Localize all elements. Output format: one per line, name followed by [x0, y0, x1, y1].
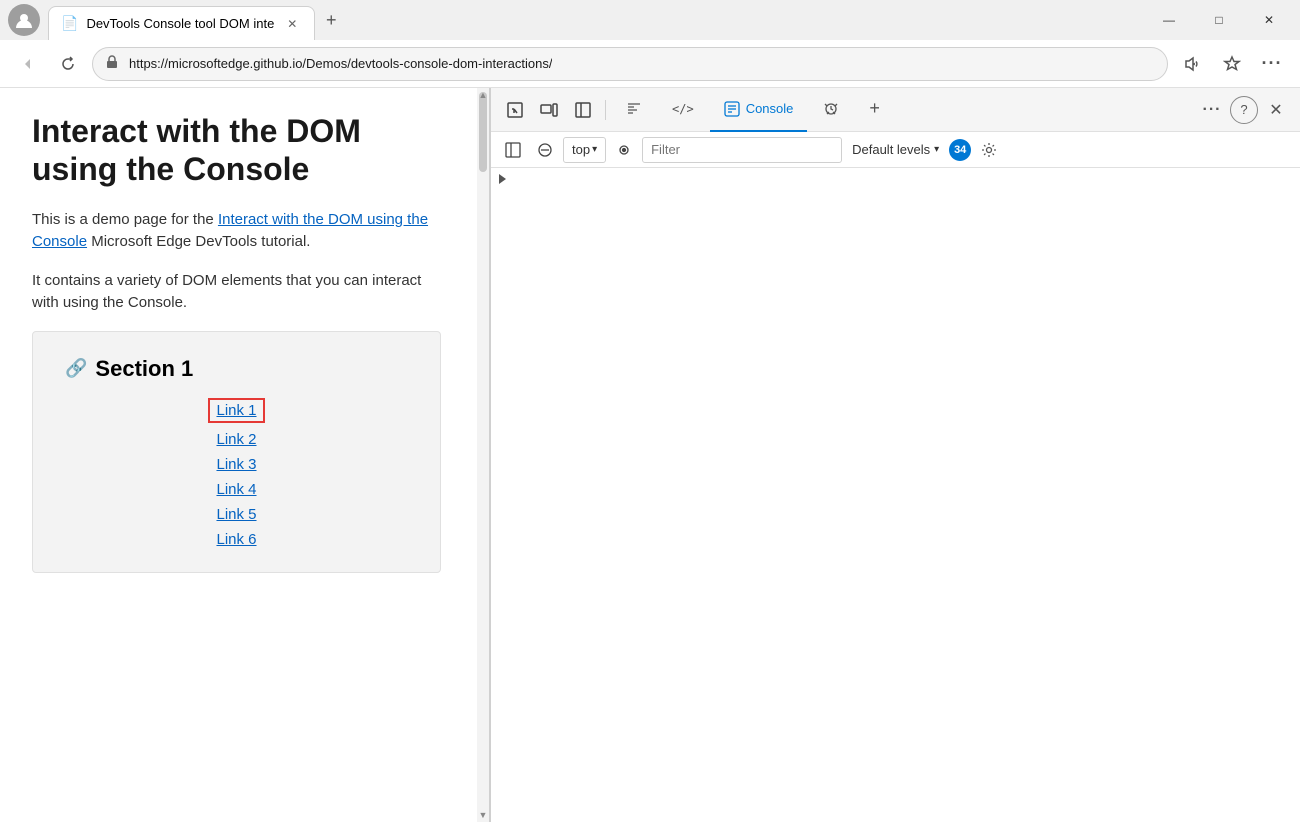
console-settings-button[interactable]: [975, 136, 1003, 164]
section-links: Link 1 Link 2 Link 3 Link 4 Link 5 Link …: [65, 398, 408, 548]
tab-close-button[interactable]: ✕: [282, 14, 302, 34]
scrollbar[interactable]: ▲ ▼: [477, 88, 489, 822]
tab-add[interactable]: +: [855, 88, 894, 132]
live-expression-button[interactable]: [610, 136, 638, 164]
main-area: ▲ ▼ Interact with the DOM using the Cons…: [0, 88, 1300, 822]
default-levels-selector[interactable]: Default levels ▾: [846, 142, 945, 157]
tab-icon: 📄: [61, 15, 78, 32]
new-tab-button[interactable]: +: [315, 4, 347, 36]
browser-more-button[interactable]: ···: [1256, 48, 1288, 80]
devtools-close-button[interactable]: ✕: [1260, 94, 1292, 126]
section-link-3[interactable]: Link 3: [216, 456, 256, 473]
read-aloud-button[interactable]: [1176, 48, 1208, 80]
section-link-1[interactable]: Link 1: [208, 398, 264, 423]
title-bar: 📄 DevTools Console tool DOM inte ✕ + — □…: [0, 0, 1300, 40]
tab-bar: 📄 DevTools Console tool DOM inte ✕ +: [48, 0, 1138, 40]
console-filter-input[interactable]: [642, 137, 842, 163]
devtools-panel: </> Console + ··· ? ✕ top: [490, 88, 1300, 822]
devtools-more-button[interactable]: ···: [1196, 94, 1228, 126]
minimize-button[interactable]: —: [1146, 4, 1192, 36]
console-expand-row[interactable]: [491, 172, 1300, 186]
clear-console-button[interactable]: [531, 136, 559, 164]
tab-console[interactable]: Console: [710, 88, 808, 132]
inspect-element-button[interactable]: [499, 94, 531, 126]
section-link-4[interactable]: Link 4: [216, 481, 256, 498]
devtools-help-button[interactable]: ?: [1230, 96, 1258, 124]
profile-icon[interactable]: [8, 4, 40, 36]
sidebar-toggle-button[interactable]: [567, 94, 599, 126]
page-para2: It contains a variety of DOM elements th…: [32, 270, 457, 315]
favorites-button[interactable]: [1216, 48, 1248, 80]
context-dropdown-icon: ▾: [592, 144, 597, 155]
tab-debug[interactable]: [809, 88, 853, 132]
device-emulation-button[interactable]: [533, 94, 565, 126]
section-1-title: 🔗 Section 1: [65, 356, 408, 382]
page-heading: Interact with the DOM using the Console: [32, 112, 457, 189]
lock-icon: [105, 55, 119, 72]
expand-icon: [499, 174, 506, 184]
console-toolbar: top ▾ Default levels ▾ 34: [491, 132, 1300, 168]
tab-title: DevTools Console tool DOM inte: [86, 16, 274, 31]
default-levels-label: Default levels: [852, 142, 930, 157]
maximize-button[interactable]: □: [1196, 4, 1242, 36]
back-button[interactable]: [12, 48, 44, 80]
webpage-content: ▲ ▼ Interact with the DOM using the Cons…: [0, 88, 490, 822]
refresh-button[interactable]: [52, 48, 84, 80]
section-link-icon: 🔗: [65, 358, 87, 379]
console-tab-label: Console: [746, 101, 794, 116]
address-bar: https://microsoftedge.github.io/Demos/de…: [0, 40, 1300, 88]
active-tab[interactable]: 📄 DevTools Console tool DOM inte ✕: [48, 6, 315, 40]
page-para1: This is a demo page for the Interact wit…: [32, 209, 457, 254]
message-count-badge: 34: [949, 139, 971, 161]
toolbar-separator-1: [605, 100, 606, 120]
address-url: https://microsoftedge.github.io/Demos/de…: [129, 56, 552, 71]
context-label: top: [572, 142, 590, 157]
scroll-up-arrow[interactable]: ▲: [477, 88, 489, 102]
devtools-toolbar: </> Console + ··· ? ✕: [491, 88, 1300, 132]
context-selector[interactable]: top ▾: [563, 137, 606, 163]
window-controls: — □ ✕: [1146, 4, 1292, 36]
section-link-5[interactable]: Link 5: [216, 506, 256, 523]
section-1-box: 🔗 Section 1 Link 1 Link 2 Link 3 Link 4 …: [32, 331, 441, 573]
console-sidebar-toggle[interactable]: [499, 136, 527, 164]
para1-pre: This is a demo page for the: [32, 211, 218, 228]
para1-post: Microsoft Edge DevTools tutorial.: [87, 233, 310, 250]
message-count-area: 34: [949, 139, 971, 161]
scroll-down-arrow[interactable]: ▼: [477, 808, 489, 822]
message-count: 34: [954, 144, 966, 156]
levels-dropdown-icon: ▾: [934, 144, 939, 155]
tab-elements[interactable]: [612, 88, 656, 132]
scroll-thumb[interactable]: [479, 92, 487, 172]
address-input[interactable]: https://microsoftedge.github.io/Demos/de…: [92, 47, 1168, 81]
section-1-label: Section 1: [95, 356, 193, 382]
section-link-2[interactable]: Link 2: [216, 431, 256, 448]
console-output: [491, 168, 1300, 822]
close-button[interactable]: ✕: [1246, 4, 1292, 36]
tab-sources[interactable]: </>: [658, 88, 708, 132]
section-link-6[interactable]: Link 6: [216, 531, 256, 548]
